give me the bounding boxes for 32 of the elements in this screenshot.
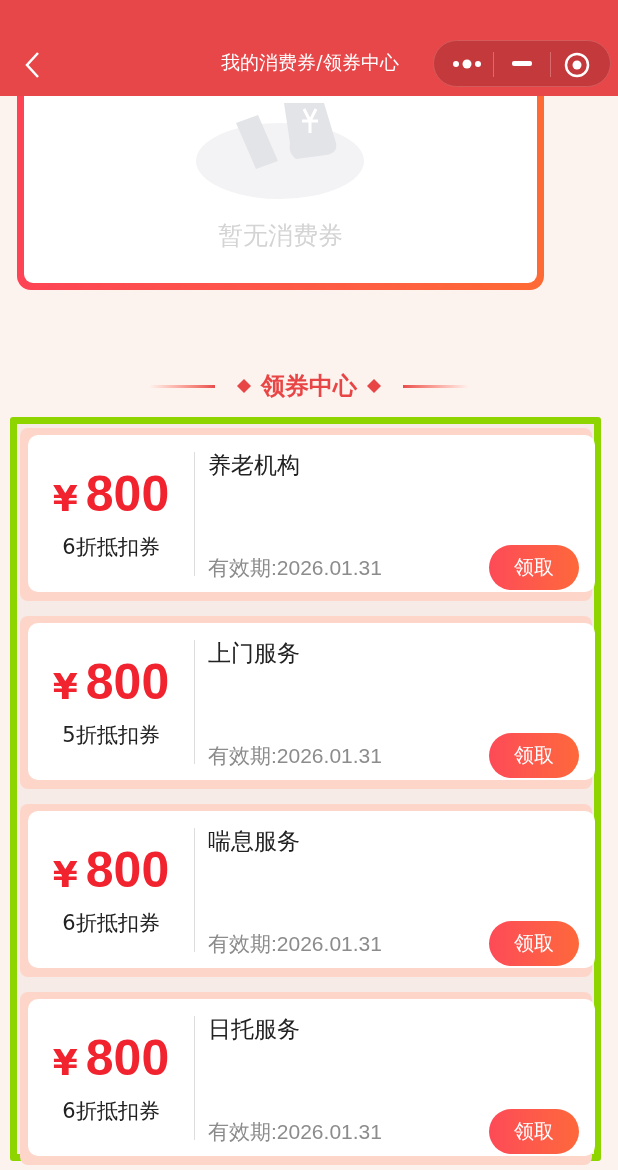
coupon-name: 日托服务 [208, 1014, 301, 1044]
discount-label: 6折抵扣券 [62, 1097, 160, 1125]
claim-button[interactable]: 领取 [489, 544, 579, 590]
validity-date: 有效期:2026.01.31 [208, 931, 382, 957]
diamond-icon [237, 379, 251, 393]
diamond-icon [367, 379, 381, 393]
coupon-amount: 800 [85, 652, 170, 712]
claim-button[interactable]: 领取 [489, 920, 579, 966]
discount-label: 6折抵扣券 [62, 909, 160, 937]
coupon-name: 上门服务 [208, 638, 301, 668]
minimize-icon[interactable] [512, 61, 532, 67]
coupon-amount: 800 [85, 840, 170, 900]
coupon-amount: 800 [85, 1028, 170, 1088]
currency-symbol: ¥ [52, 852, 78, 897]
nav-title: 我的消费券/领券中心 [220, 50, 400, 75]
more-icon[interactable] [452, 57, 482, 71]
section-title: 领券中心 [261, 371, 357, 402]
validity-date: 有效期:2026.01.31 [208, 743, 382, 769]
currency-symbol: ¥ [52, 664, 78, 709]
coupon-amount: 800 [85, 464, 170, 524]
claim-button[interactable]: 领取 [489, 732, 579, 778]
currency-symbol: ¥ [52, 476, 78, 521]
coupon-name: 喘息服务 [208, 826, 301, 856]
validity-date: 有效期:2026.01.31 [208, 1119, 382, 1145]
close-icon[interactable] [564, 52, 590, 78]
back-icon[interactable] [24, 51, 40, 79]
discount-label: 6折抵扣券 [62, 533, 160, 561]
discount-label: 5折抵扣券 [62, 721, 160, 749]
coupon-name: 养老机构 [208, 450, 301, 480]
validity-date: 有效期:2026.01.31 [208, 555, 382, 581]
currency-symbol: ¥ [52, 1040, 78, 1085]
claim-button[interactable]: 领取 [489, 1108, 579, 1154]
